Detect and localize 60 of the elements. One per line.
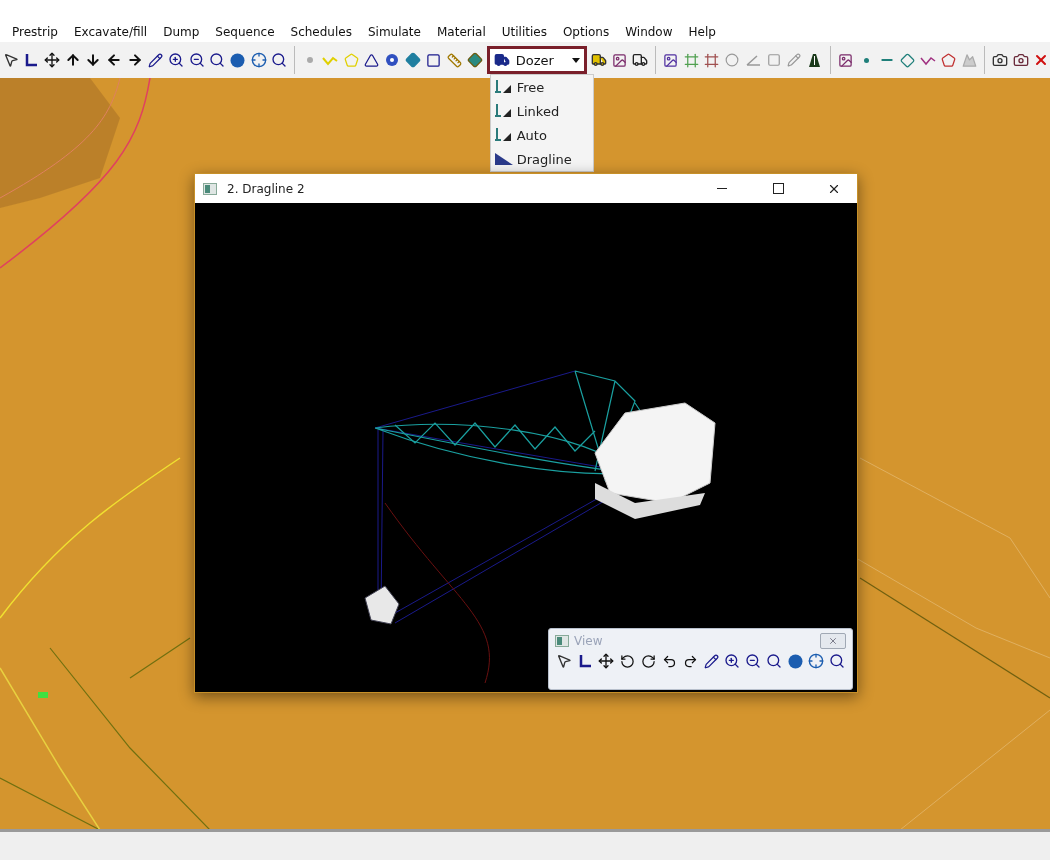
dropdown-option[interactable]: Free (490, 75, 593, 99)
mode-dropdown[interactable]: Dozer (486, 46, 587, 74)
zoom-in-icon[interactable] (723, 652, 741, 670)
camera-icon[interactable] (991, 51, 1009, 69)
diamond-icon[interactable] (898, 51, 917, 69)
camera-icon[interactable] (1011, 51, 1030, 69)
diamond-icon[interactable] (404, 51, 422, 69)
dozer-auto-icon (493, 127, 514, 143)
globe-icon[interactable] (786, 652, 804, 670)
mouse-pointer-icon[interactable] (2, 51, 20, 69)
target-icon[interactable] (807, 652, 825, 670)
zoom-out-icon[interactable] (744, 652, 762, 670)
menu-item[interactable]: Simulate (359, 25, 429, 39)
ruler-icon[interactable] (445, 51, 464, 69)
menu-item[interactable]: Dump (155, 25, 208, 39)
truck-icon[interactable] (589, 51, 608, 69)
rotate-left-icon[interactable] (618, 652, 636, 670)
menu-item[interactable]: Help (680, 25, 724, 39)
rotate-right-icon[interactable] (639, 652, 657, 670)
dozer-linked-icon (493, 103, 514, 119)
truck-icon[interactable] (631, 51, 649, 69)
menu-item[interactable]: Sequence (207, 25, 283, 39)
close-icon (828, 636, 838, 646)
globe-icon[interactable] (229, 51, 247, 69)
target-icon[interactable] (249, 51, 268, 69)
menu-item[interactable]: Utilities (493, 25, 555, 39)
pencil-icon[interactable] (146, 51, 165, 69)
triangle-icon[interactable] (362, 51, 381, 69)
dropdown-option[interactable]: Auto (490, 123, 593, 147)
move-icon[interactable] (43, 51, 61, 69)
menu-item[interactable]: Excavate/fill (65, 25, 156, 39)
dropdown-option[interactable]: Dragline (490, 147, 593, 171)
polygon-icon[interactable] (939, 51, 958, 69)
zoom-icon[interactable] (765, 652, 783, 670)
zoom-in-icon[interactable] (167, 51, 185, 69)
menu-item[interactable]: Material (428, 25, 494, 39)
menu-item[interactable]: Options (554, 25, 618, 39)
menu-item[interactable]: Schedules (282, 25, 360, 39)
mouse-pointer-icon[interactable] (555, 652, 573, 670)
zoom-previous-icon[interactable] (828, 652, 846, 670)
move-icon[interactable] (597, 652, 615, 670)
window-icon[interactable] (424, 51, 443, 69)
menu-item[interactable]: Window (617, 25, 681, 39)
window-icon (555, 635, 569, 647)
diamond-icon[interactable] (466, 51, 484, 69)
point-marker (38, 692, 48, 698)
maximize-icon (772, 183, 784, 194)
zoom-previous-icon[interactable] (270, 51, 288, 69)
pencil-icon[interactable] (702, 652, 720, 670)
dozer-icon (493, 52, 510, 68)
toolbar-title: View (574, 634, 604, 648)
caret-icon (571, 57, 580, 63)
dozer-free-icon (493, 79, 514, 95)
minimize-icon (717, 187, 727, 190)
dropdown-option[interactable]: Linked (490, 99, 593, 123)
zoom-out-icon[interactable] (187, 51, 206, 69)
window-icon (203, 182, 217, 195)
dragline-icon (493, 151, 514, 167)
window-title: 2. Dragline 2 (227, 181, 306, 196)
menu-item[interactable]: Prestrip (4, 25, 66, 39)
